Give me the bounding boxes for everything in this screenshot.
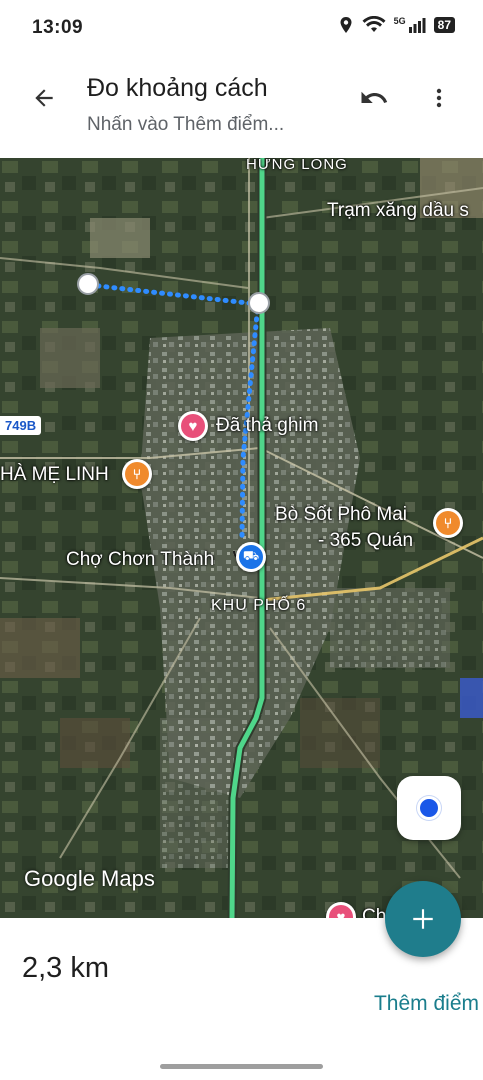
status-bar: 13:09 5G 87 [0,0,483,58]
battery-indicator: 87 [433,17,455,33]
dropped-pin-marker[interactable]: ♥ [178,411,208,441]
page-subtitle: Nhấn vào Thêm điểm... [87,114,285,135]
add-point-fab[interactable] [385,881,461,957]
road-number-badge: 749B [0,416,42,435]
signal-icon [408,18,426,33]
my-location-button[interactable] [397,776,461,840]
map-label-restaurant-left[interactable]: HÀ MẸ LINH [0,464,109,486]
fork-knife-icon: ⑂ [125,462,149,486]
heart-icon: ♥ [181,414,205,438]
add-point-button[interactable]: Thêm điểm [374,992,479,1016]
heart-icon: ♥ [329,905,353,918]
map-label-market[interactable]: Chợ Chơn Thành [66,549,214,571]
arrow-left-icon [35,89,53,107]
status-time: 13:09 [32,17,84,38]
location-icon [340,17,352,33]
restaurant-marker-left[interactable]: ⑂ [122,459,152,489]
map-label-gas-station[interactable]: Trạm xăng dầu s [327,200,469,222]
map-label-hung-long: HƯNG LONG [246,158,348,173]
map-label-restaurant-right-1[interactable]: Bò Sốt Phô Mai [275,504,407,526]
fork-knife-icon: ⑂ [436,511,460,535]
wifi-icon [362,16,386,32]
market-marker[interactable]: ⛟ [236,542,266,572]
top-app-bar: Đo khoảng cách Nhấn vào Thêm điểm... [0,58,483,158]
google-maps-logo: Google Maps [24,866,155,891]
my-location-icon [417,796,441,820]
network-label: 5G [393,16,406,26]
map-label-restaurant-right-2[interactable]: - 365 Quán [318,530,413,552]
distance-readout: 2,3 km [22,952,110,984]
restaurant-marker-right[interactable]: ⑂ [433,508,463,538]
status-icons: 5G 87 [338,16,455,34]
plus-icon [413,909,433,929]
undo-button[interactable] [352,76,396,120]
back-button[interactable] [22,76,66,120]
measure-point-start[interactable] [77,273,99,295]
more-vert-icon [436,88,442,108]
map-label-bottom-place[interactable]: Ch [362,906,386,918]
undo-icon [361,91,388,103]
more-options-button[interactable] [417,76,461,120]
map-label-khu-pho: KHU PHỐ 6 [211,597,307,614]
measure-point-end[interactable] [248,292,270,314]
home-indicator[interactable] [160,1064,323,1069]
page-title: Đo khoảng cách [87,74,268,102]
shopping-cart-icon: ⛟ [239,545,263,569]
map-label-dropped-pin[interactable]: Đã thả ghim [216,415,318,437]
